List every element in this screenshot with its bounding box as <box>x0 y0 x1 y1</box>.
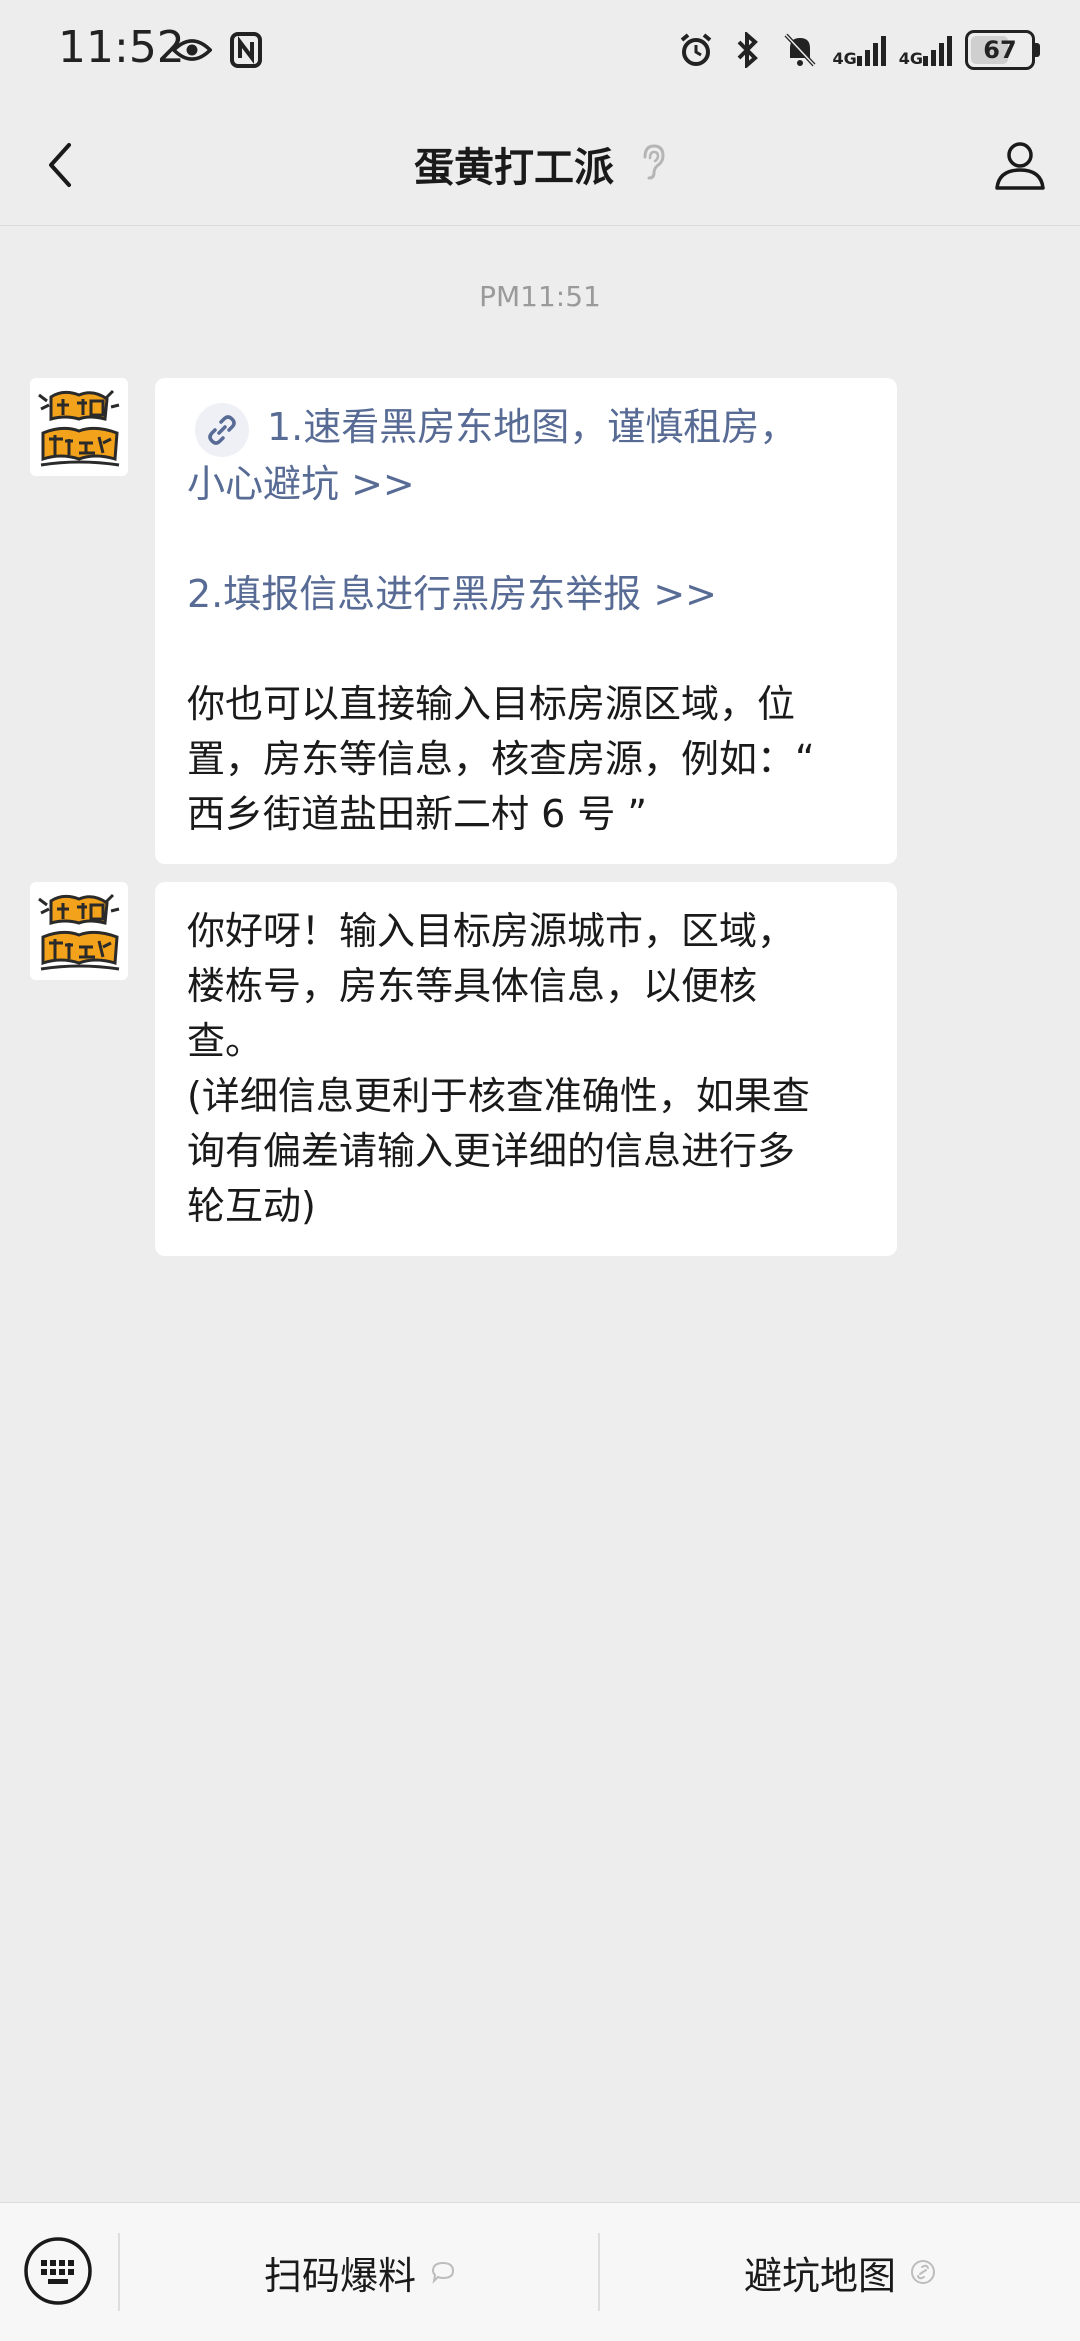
person-icon[interactable] <box>994 139 1046 191</box>
jiayou-dagongren-sticker[interactable] <box>33 885 125 977</box>
message-text-line: 置，房东等信息，核查房源，例如：“ <box>187 736 815 781</box>
bluetooth-icon <box>728 30 768 70</box>
menu-item-scan-report[interactable]: 扫码爆料 <box>120 2203 600 2341</box>
mini-program-icon <box>911 2260 935 2284</box>
message-bubble: 1.速看黑房东地图，谨慎租房， 小心避坑 >> 2.填报信息进行黑房东举报 >>… <box>155 378 897 864</box>
eye-icon <box>172 30 212 70</box>
avatar[interactable] <box>30 882 128 980</box>
status-time: 11:52 <box>58 22 185 73</box>
signal-1: 4G <box>832 34 886 68</box>
keyboard-toggle-button[interactable] <box>22 2235 94 2307</box>
link-map-text-2[interactable]: 小心避坑 >> <box>187 457 869 512</box>
message-text-line: 查。 <box>187 1019 264 1063</box>
message-text-line: 询有偏差请输入更详细的信息进行多 <box>187 1129 796 1173</box>
ear-icon <box>640 143 666 185</box>
message-bubble: 你好呀！输入目标房源城市，区域， 楼栋号，房东等具体信息，以便核 查。 (详细信… <box>155 882 897 1256</box>
menu-item-avoid-map[interactable]: 避坑地图 <box>600 2203 1080 2341</box>
message-text-line: 楼栋号，房东等具体信息，以便核 <box>187 964 758 1008</box>
signal-bars-icon <box>923 36 952 66</box>
profile-button[interactable] <box>988 135 1052 195</box>
avatar[interactable] <box>30 378 128 476</box>
signal-2: 4G <box>898 34 953 68</box>
link-map[interactable]: 1.速看黑房东地图，谨慎租房， 小心避坑 >> <box>187 400 869 512</box>
battery-level: 67 <box>983 36 1017 64</box>
network-type-2: 4G <box>898 49 923 68</box>
message-text-line: 你好呀！输入目标房源城市，区域， <box>187 909 796 953</box>
jiayou-dagongren-sticker[interactable] <box>33 381 125 473</box>
nfc-icon <box>226 30 266 70</box>
menu-item-label: 避坑地图 <box>743 2253 896 2298</box>
mini-program-link-icon <box>195 402 249 457</box>
battery-indicator: 67 <box>965 30 1040 70</box>
menu-item-label: 扫码爆料 <box>263 2253 416 2298</box>
keyboard-icon[interactable] <box>22 2235 94 2307</box>
link-map-text-1[interactable]: 1.速看黑房东地图，谨慎租房， <box>267 405 797 449</box>
message-text-line: (详细信息更利于核查准确性，如果查 <box>187 1074 810 1118</box>
message-text-line: 你也可以直接输入目标房源区域，位 <box>187 681 796 726</box>
message-timestamp: PM11:51 <box>479 280 601 313</box>
alarm-icon <box>676 30 716 70</box>
network-type-1: 4G <box>832 49 857 68</box>
signal-bars-icon <box>856 36 886 66</box>
chat-bubble-icon <box>431 2261 455 2284</box>
status-bar: 11:52 4G 4G 67 <box>0 0 1080 105</box>
mute-bell-icon <box>780 30 820 70</box>
message-text-line: 轮互动) <box>187 1184 316 1228</box>
nav-bar: 蛋黄打工派 <box>0 105 1080 226</box>
bottom-menu-bar: 扫码爆料 避坑地图 <box>0 2202 1080 2341</box>
message-text-line: 西乡街道盐田新二村 6 号 ” <box>187 791 648 836</box>
chat-title: 蛋黄打工派 <box>414 145 614 191</box>
link-report[interactable]: 2.填报信息进行黑房东举报 >> <box>187 567 869 622</box>
